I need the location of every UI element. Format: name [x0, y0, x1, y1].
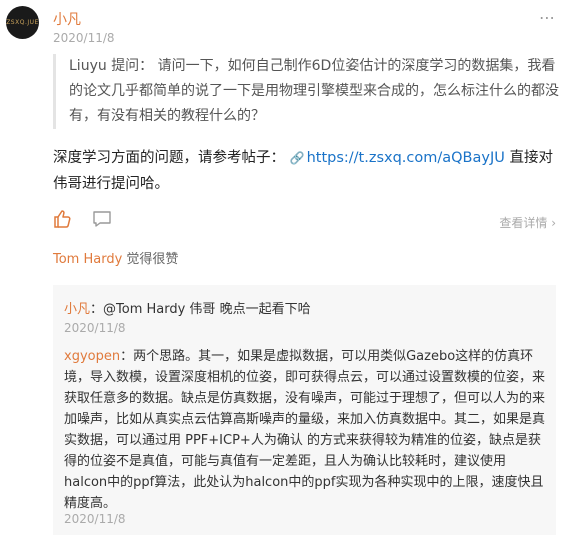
- comment-1-date: 2020/11/8: [64, 321, 126, 335]
- likes-suffix: 觉得很赞: [122, 252, 179, 267]
- post-author[interactable]: 小凡: [53, 9, 81, 29]
- comment-2-text: ：两个思路。其一，如果是虚拟数据，可以用类似Gazebo这样的仿真环境，导入数模…: [64, 349, 546, 511]
- comment-1-text: ：@Tom Hardy 伟哥 晚点一起看下哈: [90, 302, 311, 317]
- quoted-question: Liuyu 提问： 请问一下，如何自己制作6D位姿估计的深度学习的数据集，我看的…: [53, 54, 565, 129]
- more-options-icon[interactable]: ⋯: [539, 8, 556, 27]
- comment-2-author[interactable]: xgyopen: [64, 349, 120, 364]
- body-text-before: 深度学习方面的问题，请参考帖子：: [53, 150, 285, 166]
- link-text[interactable]: https://t.zsxq.com/aQBayJU: [307, 150, 505, 166]
- post-link[interactable]: 🔗 https://t.zsxq.com/aQBayJU: [290, 150, 505, 166]
- comment-2: xgyopen：两个思路。其一，如果是虚拟数据，可以用类似Gazebo这样的仿真…: [64, 346, 548, 514]
- link-icon: 🔗: [289, 151, 305, 165]
- view-details-link[interactable]: 查看详情 ›: [499, 214, 556, 231]
- quote-author: Liuyu: [69, 58, 107, 74]
- avatar[interactable]: ZSXQ.JUE: [6, 6, 39, 39]
- comment-icon[interactable]: [92, 209, 112, 233]
- comment-1-author[interactable]: 小凡: [64, 302, 90, 317]
- post-body: 深度学习方面的问题，请参考帖子： 🔗 https://t.zsxq.com/aQB…: [53, 145, 553, 197]
- comments-section: 小凡：@Tom Hardy 伟哥 晚点一起看下哈 2020/11/8 xgyop…: [53, 285, 556, 535]
- comment-2-date: 2020/11/8: [64, 512, 126, 526]
- quote-prefix: 提问：: [111, 58, 154, 74]
- liker-name[interactable]: Tom Hardy: [53, 252, 122, 267]
- thumbs-up-icon[interactable]: [53, 209, 73, 233]
- likes-line: Tom Hardy 觉得很赞: [53, 248, 178, 267]
- post-date: 2020/11/8: [53, 31, 115, 45]
- comment-1: 小凡：@Tom Hardy 伟哥 晚点一起看下哈: [64, 298, 311, 317]
